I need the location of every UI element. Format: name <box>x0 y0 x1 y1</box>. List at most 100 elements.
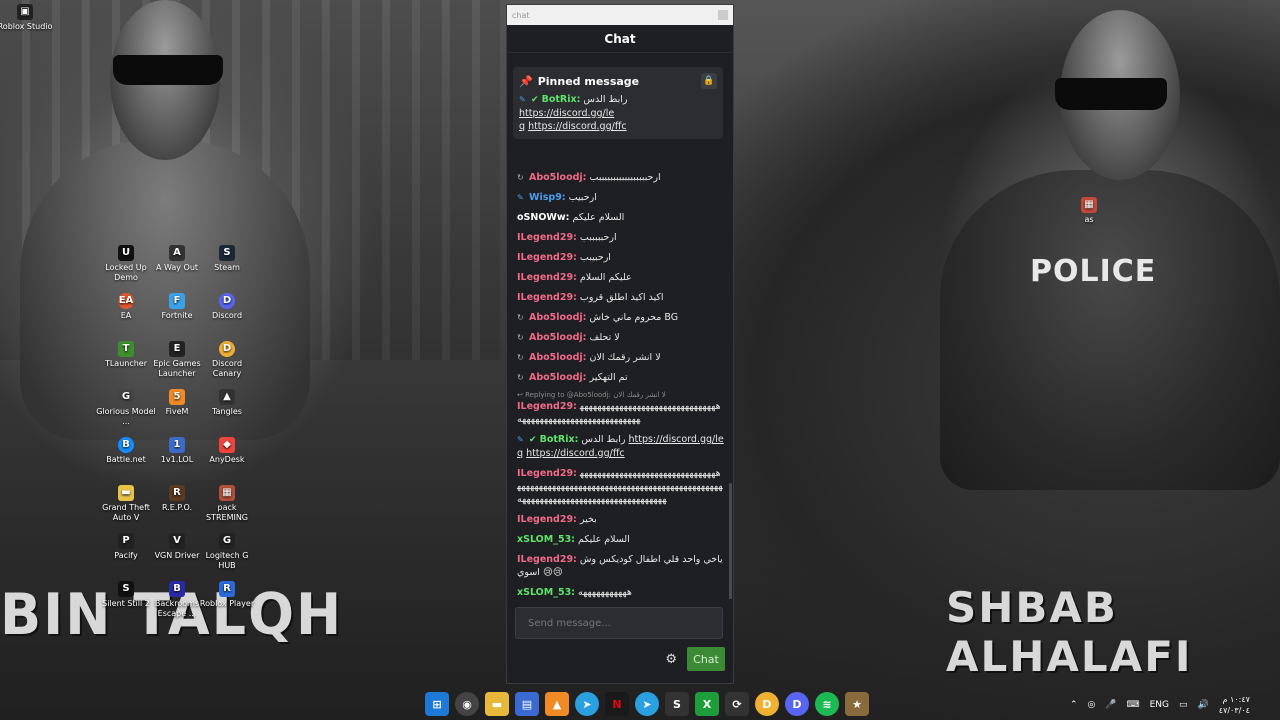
desktop-icon-discord[interactable]: D Discord <box>197 293 257 321</box>
roblox-player-icon: R <box>219 581 235 597</box>
volume-icon[interactable]: 🔊 <box>1198 700 1209 710</box>
keyboard-icon[interactable]: ⌨ <box>1127 700 1140 710</box>
app-icon[interactable]: ★ <box>845 692 869 716</box>
wallpaper-police-text: POLICE <box>1030 254 1157 289</box>
message-user[interactable]: xSLOM_53: <box>517 587 575 598</box>
chat-send-button[interactable]: Chat <box>687 647 725 671</box>
windows-start-icon[interactable]: ⊞ <box>425 692 449 716</box>
close-icon[interactable] <box>718 10 728 20</box>
a-way-out-icon: A <box>169 245 185 261</box>
sync-icon[interactable]: ⟳ <box>725 692 749 716</box>
chat-scrollbar[interactable] <box>729 483 732 599</box>
app-tray-icon[interactable]: ◎ <box>1088 700 1096 710</box>
message-user[interactable]: Abo5loodj: <box>529 332 586 343</box>
message-user[interactable]: ILegend29: <box>517 514 577 525</box>
pinned-text: رابط الدس <box>583 94 628 105</box>
list-item: ILegend29: اكيد اكيد اطلق قروب <box>517 291 725 304</box>
bot-link-2[interactable]: https://discord.gg/ffc <box>526 448 625 459</box>
list-item: ↻ Abo5loodj: لا انشر رقمك الان <box>517 351 725 364</box>
desktop-icon-pack[interactable]: ▦ pack STREMING <box>197 485 257 523</box>
desktop-icon-steam[interactable]: S Steam <box>197 245 257 273</box>
message-user[interactable]: Abo5loodj: <box>529 372 586 383</box>
message-text: ارحبببببببببببببببببب <box>589 172 661 183</box>
lock-icon[interactable]: 🔒 <box>701 73 717 89</box>
chat-titlebar[interactable]: chat <box>507 5 733 25</box>
sync-icon: ↻ <box>517 173 524 182</box>
silent-still-icon: S <box>118 581 134 597</box>
message-user[interactable]: ILegend29: <box>517 401 577 412</box>
pinned-link-1b[interactable]: q <box>519 121 525 132</box>
telegram-icon[interactable]: ➤ <box>575 692 599 716</box>
message-user[interactable]: Wisp9: <box>529 192 566 203</box>
message-user[interactable]: ILegend29: <box>517 554 577 565</box>
discord-taskbar-icon[interactable]: D <box>785 692 809 716</box>
message-user[interactable]: Abo5loodj: <box>529 352 586 363</box>
message-text: لا تحلف <box>589 332 620 343</box>
send-message-input[interactable] <box>515 607 723 639</box>
sync-icon: ↻ <box>517 333 524 342</box>
pinned-link-2[interactable]: https://discord.gg/ffc <box>528 121 627 132</box>
message-text: بخير <box>579 514 597 525</box>
gear-icon[interactable]: ⚙ <box>665 652 677 667</box>
message-user[interactable]: Abo5loodj: <box>529 312 586 323</box>
list-item: ✎ Wisp9: ارحبيب <box>517 191 725 204</box>
pinned-link-1[interactable]: https://discord.gg/le <box>519 108 614 119</box>
xbox-icon[interactable]: X <box>695 692 719 716</box>
chevron-up-icon[interactable]: ⌃ <box>1070 700 1078 710</box>
verified-icon: ✔ <box>531 95 539 105</box>
message-list: ↻ Abo5loodj: ارحبببببببببببببببببب ✎ Wisp9:… <box>517 171 725 599</box>
desktop-icon-discord-canary[interactable]: D Discord Canary <box>197 341 257 379</box>
message-text: السلام عليكم <box>578 534 630 545</box>
netflix-icon[interactable]: N <box>605 692 629 716</box>
bot-link-1b[interactable]: q <box>517 448 523 459</box>
message-user[interactable]: xSLOM_53: <box>517 534 575 545</box>
discord-canary-icon: D <box>219 341 235 357</box>
discord-icon: D <box>219 293 235 309</box>
message-user[interactable]: ILegend29: <box>517 272 577 283</box>
wallpaper-left-glasses <box>113 55 223 85</box>
network-icon[interactable]: ▭ <box>1179 700 1188 710</box>
message-text: السلام عليكم <box>572 212 625 223</box>
clock[interactable]: ١٠:٤٧ م ٤٧/٠٣/٠٤ <box>1219 694 1250 716</box>
message-user[interactable]: Abo5loodj: <box>529 172 586 183</box>
message-user[interactable]: ILegend29: <box>517 468 577 479</box>
fivem-taskbar-icon[interactable]: ▲ <box>545 692 569 716</box>
message-user[interactable]: ILegend29: <box>517 232 577 243</box>
store-icon[interactable]: ▤ <box>515 692 539 716</box>
desktop-icon-roblox-studio[interactable]: ▣ Roblox Studio <box>0 4 55 32</box>
bot-link-1[interactable]: https://discord.gg/le <box>628 434 723 445</box>
message-text: عليكم السلام <box>579 272 632 283</box>
spotify-icon[interactable]: ≋ <box>815 692 839 716</box>
steam-taskbar-icon[interactable]: S <box>665 692 689 716</box>
language-indicator[interactable]: ENG <box>1150 700 1169 710</box>
tlauncher-icon: T <box>118 341 134 357</box>
telegram-icon-2[interactable]: ➤ <box>635 692 659 716</box>
chat-messages[interactable]: 📌 Pinned message 🔒 ✎ ✔ BotRix: رابط الدس … <box>507 53 733 599</box>
archive-icon: ▦ <box>1081 197 1097 213</box>
microphone-icon[interactable]: 🎤 <box>1105 700 1116 710</box>
ea-icon: EA <box>118 293 134 309</box>
sync-icon: ↻ <box>517 373 524 382</box>
message-user[interactable]: ILegend29: <box>517 252 577 263</box>
message-text: هههههههههههه <box>578 587 632 598</box>
pacify-icon: P <box>118 533 134 549</box>
list-item: ↻ Abo5loodj: محروم ماني خاش BG <box>517 311 725 324</box>
chrome-icon[interactable]: ◉ <box>455 692 479 716</box>
file-explorer-icon[interactable]: ▬ <box>485 692 509 716</box>
desktop-icon-anydesk[interactable]: ◆ AnyDesk <box>197 437 257 465</box>
roblox-studio-icon: ▣ <box>17 4 33 20</box>
list-item: ILegend29: ارحبببببب <box>517 231 725 244</box>
desktop-icon-roblox-player[interactable]: R Roblox Player <box>197 581 257 609</box>
message-user[interactable]: ILegend29: <box>517 292 577 303</box>
list-item: ILegend29: بخير <box>517 513 725 526</box>
discord-canary-taskbar-icon[interactable]: D <box>755 692 779 716</box>
message-user[interactable]: oSNOWw: <box>517 212 569 223</box>
message-text: ارحبيب <box>568 192 597 203</box>
desktop-icon-as[interactable]: ▦ as <box>1059 197 1119 225</box>
vgn-icon: V <box>169 533 185 549</box>
verified-icon: ✔ <box>529 435 537 445</box>
desktop-icon-logitech[interactable]: G Logitech G HUB <box>197 533 257 571</box>
fortnite-icon: F <box>169 293 185 309</box>
desktop-icon-tangles[interactable]: ▲ Tangles <box>197 389 257 417</box>
wrench-icon: ✎ <box>517 193 524 202</box>
